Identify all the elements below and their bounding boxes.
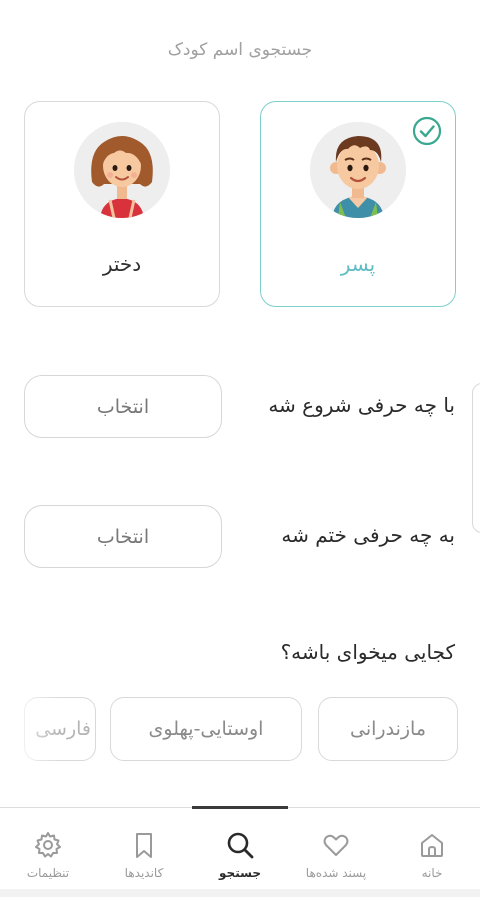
nav-item-favorites[interactable]: پسند شده‌ها bbox=[288, 808, 384, 890]
origin-label: کجایی میخوای باشه؟ bbox=[280, 640, 455, 664]
nav-item-home[interactable]: خانه bbox=[384, 808, 480, 890]
girl-avatar-icon bbox=[74, 122, 170, 218]
nav-label-home: خانه bbox=[421, 866, 443, 880]
gender-card-girl[interactable]: دختر bbox=[24, 101, 220, 307]
bookmark-icon bbox=[136, 833, 152, 858]
ends-with-select[interactable]: انتخاب bbox=[24, 505, 222, 568]
check-circle-icon bbox=[412, 116, 442, 146]
nav-item-search[interactable]: جستجو bbox=[192, 808, 288, 890]
heart-icon bbox=[323, 834, 349, 856]
bottom-navigation: خانه پسند شده‌ها جستجو کاندیدها تنظیمات bbox=[0, 806, 480, 890]
starts-with-select[interactable]: انتخاب bbox=[24, 375, 222, 438]
home-icon bbox=[421, 834, 443, 857]
gender-card-boy[interactable]: پسر bbox=[260, 101, 456, 307]
gear-icon bbox=[35, 832, 61, 858]
nav-label-search: جستجو bbox=[219, 866, 261, 880]
system-bar-strip bbox=[0, 889, 480, 897]
starts-with-label: با چه حرفی شروع شه bbox=[268, 393, 455, 417]
nav-item-candidates[interactable]: کاندیدها bbox=[96, 808, 192, 890]
page-title: جستجوی اسم کودک bbox=[167, 40, 313, 60]
side-drawer-handle[interactable] bbox=[472, 383, 480, 533]
nav-label-candidates: کاندیدها bbox=[124, 866, 164, 880]
boy-avatar-icon bbox=[310, 122, 406, 218]
ends-with-label: به چه حرفی ختم شه bbox=[281, 523, 455, 547]
origin-chip-persian[interactable]: فارسی bbox=[24, 697, 96, 761]
gender-label-girl: دختر bbox=[102, 252, 142, 276]
origin-chip-avestan-pahlavi[interactable]: اوستایی-پهلوی bbox=[110, 697, 302, 761]
nav-item-settings[interactable]: تنظیمات bbox=[0, 808, 96, 890]
search-icon bbox=[227, 832, 254, 859]
gender-label-boy: پسر bbox=[340, 252, 376, 276]
origin-chip-persian-label: فارسی bbox=[35, 718, 91, 740]
origin-chip-mazandarani[interactable]: مازندرانی bbox=[318, 697, 458, 761]
nav-label-favorites: پسند شده‌ها bbox=[305, 866, 367, 880]
nav-label-settings: تنظیمات bbox=[26, 866, 70, 880]
